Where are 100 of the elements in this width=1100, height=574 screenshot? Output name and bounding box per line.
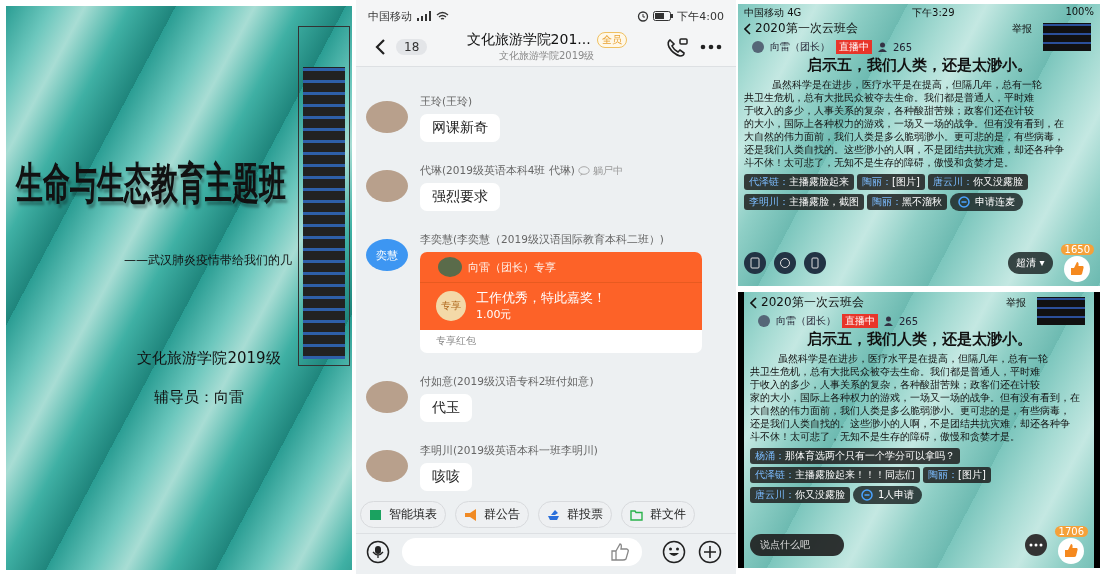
plus-icon[interactable] — [698, 540, 722, 564]
avatar — [438, 257, 462, 277]
stream-title: 2020第一次云班会 — [761, 294, 864, 311]
avatar — [752, 41, 764, 53]
carrier-label: 中国移动 — [368, 8, 412, 24]
packet-footer: 专享红包 — [420, 330, 702, 353]
live-badge: 直播中 — [842, 314, 878, 328]
back-icon[interactable] — [374, 38, 386, 56]
message-bubble: 代玉 — [420, 394, 472, 422]
chat-comment: 代泽链：主播露脸起来！！！同志们 — [750, 467, 920, 483]
host-name: 向雷（团长） — [770, 40, 830, 54]
more-icon[interactable] — [1024, 534, 1047, 556]
slide-college: 文化旅游学院2019级 — [137, 349, 281, 368]
group-title: 文化旅游学院201... — [466, 31, 591, 49]
thumbs-up-icon[interactable] — [1058, 538, 1085, 564]
phone-icon[interactable] — [804, 252, 826, 274]
message-bubble: 咳咳 — [420, 463, 472, 491]
sender-name: 李奕慧(李奕慧（2019级汉语国际教育本科二班）) — [420, 233, 664, 247]
carrier-label: 中国移动 4G — [744, 6, 802, 20]
chat-comment: 陶丽：[图片] — [857, 174, 925, 190]
chat-comment: 杨涌：那体育选两个只有一个学分可以拿吗？ — [750, 448, 960, 464]
chat-comment: 李明川：主播露脸，截图 — [744, 194, 864, 210]
speech-bubble-icon — [577, 166, 590, 176]
packet-wish: 工作优秀，特此嘉奖！ — [476, 289, 606, 307]
back-icon[interactable] — [750, 296, 757, 309]
report-link[interactable]: 举报 — [1006, 296, 1026, 310]
quick-action-button[interactable]: 智能填表 — [360, 501, 446, 528]
quality-button[interactable]: 超清 ▾ — [1008, 252, 1053, 274]
quick-action-button[interactable]: 群投票 — [538, 501, 612, 528]
packet-badge: 专享 — [436, 290, 466, 321]
slide-title: 生命与生态教育主题班 — [16, 157, 286, 210]
smiley-icon[interactable] — [662, 540, 686, 564]
slide-text-line: 共卫生危机，总有大批民众被夺去生命。我们都是普通人，平时难 — [750, 365, 1040, 378]
stream-title: 2020第一次云班会 — [755, 20, 858, 37]
thumbs-up-icon[interactable] — [1064, 256, 1091, 282]
host-name: 向雷（团长） — [776, 314, 836, 328]
quick-action-button[interactable]: 群公告 — [455, 501, 529, 528]
slide-text-line: 家的大小，国际上各种权力的游戏，一场又一场的战争。但有没有看到，在 — [750, 391, 1080, 404]
form-icon — [369, 508, 382, 521]
chat-comment: 代泽链：主播露脸起来 — [744, 174, 854, 190]
like-count: 1706 — [1054, 526, 1088, 537]
member-status: 躺尸中 — [592, 164, 623, 178]
like-count: 1650 — [1060, 244, 1094, 255]
sender-name: 王玲(王玲) — [420, 95, 473, 109]
slide-text-line: 斗不休！太可悲了，无知不是生存的障碍，傲慢和贪婪才是。 — [750, 430, 1020, 443]
comment-input-field[interactable]: 说点什么吧 — [750, 534, 844, 556]
message-bubble: 网课新奇 — [420, 114, 500, 142]
slide-text-line: 共卫生危机，总有大批民众被夺去生命。我们都是普通人，平时难 — [744, 91, 1034, 104]
comment-panel-drawing — [1034, 294, 1088, 328]
thumbs-up-icon[interactable] — [610, 543, 630, 561]
wifi-icon — [436, 11, 449, 21]
slide-text-line: 虽然科学是在进步，医疗水平是在提高，但隔几年，总有一轮 — [777, 352, 1048, 365]
chat-comment: 陶丽：黑不溜秋 — [867, 194, 947, 210]
sender-name: 付如意(2019级汉语专科2班付如意) — [420, 375, 594, 389]
report-link[interactable]: 举报 — [1012, 22, 1032, 36]
more-icon[interactable] — [700, 44, 722, 50]
packet-amount: 1.00元 — [476, 307, 513, 322]
slide-text-line: 的大小，国际上各种权力的游戏，一场又一场的战争。但有没有看到，在 — [744, 117, 1064, 130]
slide-subtitle: ——武汉肺炎疫情带给我们的几 — [124, 252, 292, 269]
slide-counselor: 辅导员：向雷 — [154, 388, 244, 407]
slide-text-line: 大自然的伟力面前，我们人类是多么脆弱渺小。更可悲的是，有些病毒， — [750, 404, 1070, 417]
microphone-icon[interactable] — [366, 540, 390, 564]
slide-text-line: 斗不休！太可悲了，无知不是生存的障碍，傲慢和贪婪才是。 — [744, 156, 1014, 169]
message-bubble: 强烈要求 — [420, 183, 500, 211]
chat-comment: 陶丽：[图片] — [923, 467, 991, 483]
back-icon[interactable] — [744, 22, 751, 35]
megaphone-icon — [464, 508, 477, 521]
unread-count: 18 — [396, 39, 428, 55]
chat-comment: 唐云川：你又没露脸 — [750, 487, 850, 503]
battery-icon — [653, 11, 674, 21]
person-icon — [878, 42, 887, 52]
person-icon — [884, 316, 893, 326]
battery-label: 100% — [1065, 6, 1094, 19]
phone-call-icon[interactable] — [666, 36, 690, 58]
gift-packet-card[interactable]: 向雷（团长）专享 专享 工作优秀，特此嘉奖！ 1.00元 专享红包 — [420, 252, 702, 353]
sender-name: 代琳(2019级英语本科4班 代琳) — [420, 164, 575, 178]
group-badge: 全员 — [596, 32, 627, 48]
slide-text-line: 还是我们人类自找的。这些渺小的人啊，不是团结共抗灾难，却还各种争 — [750, 417, 1070, 430]
slide-text-line: 还是我们人类自找的。这些渺小的人啊，不是团结共抗灾难，却还各种争 — [744, 143, 1064, 156]
avatar — [758, 315, 770, 327]
slide-heading: 启示五，我们人类，还是太渺小。 — [806, 56, 1032, 75]
clock-label: 下午3:29 — [912, 6, 955, 20]
chat-comment: 唐云川：你又没露脸 — [927, 174, 1028, 190]
quick-action-button[interactable]: 群文件 — [621, 501, 695, 528]
slide-text-line: 于收入的多少，人事关系的复杂，各种酸甜苦辣；政客们还在计较 — [750, 378, 1040, 391]
slide-text-line: 于收入的多少，人事关系的复杂，各种酸甜苦辣；政客们还在计较 — [744, 104, 1034, 117]
sender-name: 李明川(2019级英语本科一班李明川) — [420, 444, 598, 458]
group-subtitle: 文化旅游学院2019级 — [498, 49, 595, 63]
document-icon[interactable] — [744, 252, 766, 274]
viewer-count: 265 — [893, 41, 913, 53]
comment-panel-drawing — [1040, 20, 1094, 54]
message-input-field[interactable] — [402, 538, 642, 566]
connect-button[interactable]: 申请连麦 — [950, 193, 1023, 211]
slide-text-line: 虽然科学是在进步，医疗水平是在提高，但隔几年，总有一轮 — [771, 78, 1042, 91]
signal-icon — [416, 11, 432, 21]
connect-button[interactable]: 1人申请 — [853, 486, 923, 504]
packet-sender: 向雷（团长）专享 — [468, 259, 556, 275]
slide-heading: 启示五，我们人类，还是太渺小。 — [806, 330, 1032, 349]
viewer-count: 265 — [899, 315, 919, 327]
clock-label: 下午4:00 — [677, 8, 724, 24]
